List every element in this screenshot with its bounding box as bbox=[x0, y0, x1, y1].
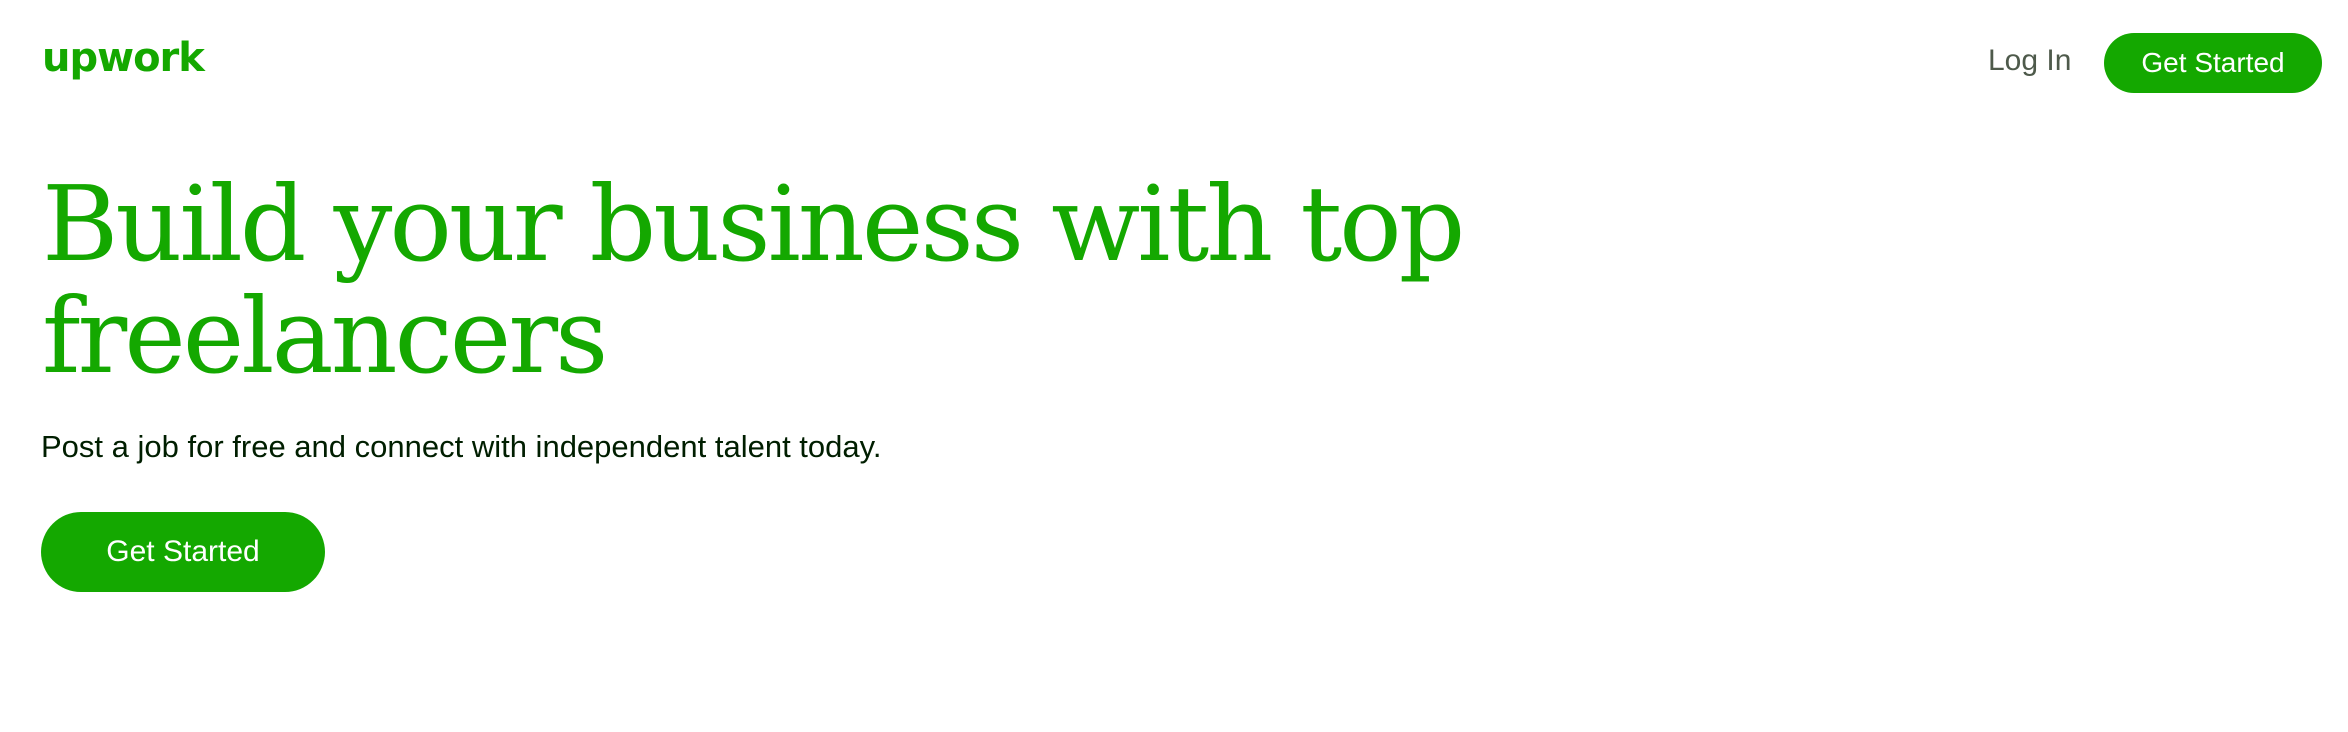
hero-title: Build your business with top freelancers bbox=[42, 163, 1465, 397]
upwork-logo[interactable]: upwork bbox=[42, 38, 205, 78]
hero-subtitle: Post a job for free and connect with ind… bbox=[41, 429, 882, 464]
get-started-nav-label: Get Started bbox=[2141, 47, 2285, 78]
get-started-hero-button[interactable]: Get Started bbox=[41, 512, 325, 592]
login-link[interactable]: Log In bbox=[1988, 40, 2071, 82]
get-started-hero-label: Get Started bbox=[106, 535, 260, 568]
get-started-nav-button[interactable]: Get Started bbox=[2104, 33, 2322, 93]
